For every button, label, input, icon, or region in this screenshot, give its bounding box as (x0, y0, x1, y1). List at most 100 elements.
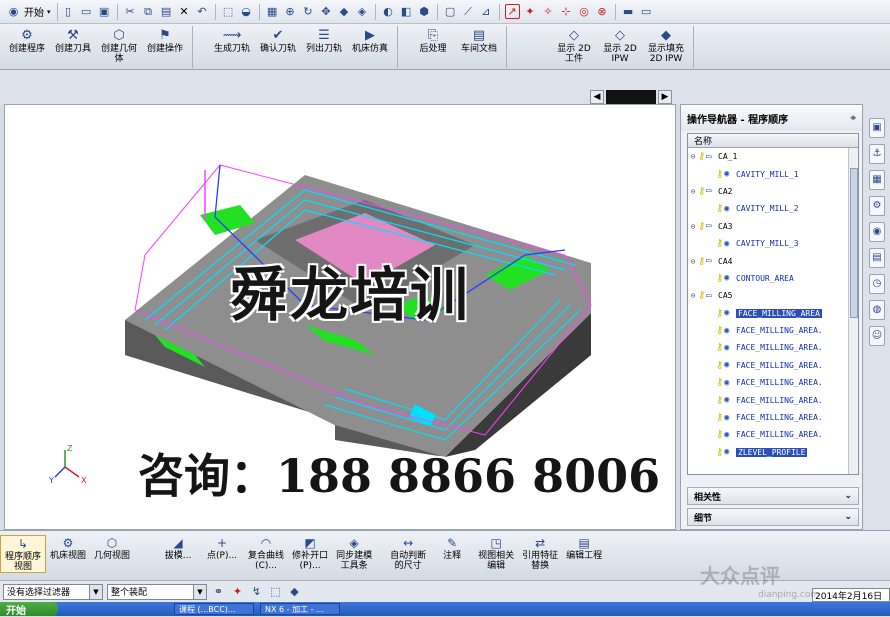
geometry-view-button[interactable]: ⬡ 几何视图 (90, 535, 134, 561)
select-filter-icon[interactable]: ↗ (504, 4, 520, 19)
collapse-icon[interactable]: ⊖ (688, 257, 698, 266)
face-rule-icon[interactable]: ⬚ (268, 584, 283, 599)
curve-rule-icon[interactable]: ↯ (249, 584, 264, 599)
assembly-filter-dropdown[interactable]: 整个装配 ▼ (107, 583, 207, 600)
program-order-view-button[interactable]: ↳ 程序顺序 视图 (0, 535, 47, 573)
taskbar-item[interactable]: NX 6 - 加工 - ... (260, 603, 340, 615)
layout-icon[interactable]: ▬ (621, 4, 636, 19)
quadrant-icon[interactable]: ⊗ (595, 4, 610, 19)
synchronous-modeling-button[interactable]: ◈ 同步建模 工具条 (332, 535, 376, 571)
patch-opening-button[interactable]: ◩ 修补开口 (P)... (288, 535, 332, 571)
program-group-node[interactable]: ⊖ ⚷ ▭ CA5 (688, 287, 858, 304)
point-snap-icon[interactable]: ✦ (230, 584, 245, 599)
operation-node[interactable]: ⚷ ◉ FACE_MILLING_AREA. (688, 409, 858, 426)
zoom-icon[interactable]: ⊕ (283, 4, 298, 19)
render-icon[interactable]: ◐ (381, 4, 396, 19)
orient-icon[interactable]: ◈ (355, 4, 370, 19)
generate-toolpath-button[interactable]: ⟿ 生成刀轨 (209, 26, 255, 68)
collapse-icon[interactable]: ⊖ (688, 152, 698, 161)
annotation-button[interactable]: ✎ 注释 (430, 535, 474, 561)
collapse-icon[interactable]: ⊖ (688, 291, 698, 300)
reuse-library-icon[interactable]: ▤ (869, 248, 885, 268)
collapse-icon[interactable]: ⊖ (688, 222, 698, 231)
scrollbar-thumb[interactable] (850, 168, 858, 318)
save-icon[interactable]: ▣ (97, 4, 112, 19)
program-group-node[interactable]: ⊖ ⚷ ▭ CA4 (688, 252, 858, 269)
program-group-node[interactable]: ⊖ ⚷ ▭ CA3 (688, 218, 858, 235)
edit-drawing-button[interactable]: ▤ 编辑工程 (562, 535, 606, 561)
operation-navigator-icon[interactable]: ⚙ (869, 196, 885, 216)
analysis-icon[interactable]: ⊿ (479, 4, 494, 19)
machine-simulation-button[interactable]: ▶ 机床仿真 (347, 26, 393, 68)
section-details[interactable]: 细节 ⌄ (687, 508, 859, 526)
undo-icon[interactable]: ↶ (195, 4, 210, 19)
constraint-navigator-icon[interactable]: ⚓ (869, 144, 885, 164)
postprocess-button[interactable]: ⎘ 后处理 (410, 26, 456, 68)
scroll-left-button[interactable]: ◀ (590, 90, 604, 104)
scroll-right-button[interactable]: ▶ (658, 90, 672, 104)
operation-node[interactable]: ⚷ ◉ FACE_MILLING_AREA. (688, 322, 858, 339)
taskbar-item[interactable]: 课程 (...BCC)... (174, 603, 254, 615)
tree-scrollbar[interactable] (848, 148, 858, 474)
verify-toolpath-button[interactable]: ✔ 确认刀轨 (255, 26, 301, 68)
view-dependent-edit-button[interactable]: ◳ 视图相关 编辑 (474, 535, 518, 571)
list-toolpath-button[interactable]: ☰ 列出刀轨 (301, 26, 347, 68)
copy-icon[interactable]: ⧉ (141, 4, 156, 19)
show-2d-workpiece-button[interactable]: ◇ 显示 2D 工件 (551, 26, 597, 68)
program-group-node[interactable]: ⊖ ⚷ ▭ CA_1 (688, 148, 858, 165)
create-program-button[interactable]: ⚙ 创建程序 (4, 26, 50, 68)
view-icon[interactable]: ◒ (239, 4, 254, 19)
create-operation-button[interactable]: ⚑ 创建操作 (142, 26, 188, 68)
type-filter-dropdown[interactable]: 没有选择过滤器 ▼ (3, 583, 103, 600)
operation-node[interactable]: ⚷ ◉ CAVITY_MILL_1 (688, 165, 858, 182)
snap-toggle-icon[interactable]: ⚭ (211, 584, 226, 599)
measure-icon[interactable]: ⟋ (461, 4, 476, 19)
pan-icon[interactable]: ✥ (319, 4, 334, 19)
midpoint-icon[interactable]: ⊹ (559, 4, 574, 19)
select-icon[interactable]: ⬚ (221, 4, 236, 19)
operation-node[interactable]: ⚷ ◉ FACE_MILLING_AREA (688, 305, 858, 322)
operation-node[interactable]: ⚷ ◉ CAVITY_MILL_3 (688, 235, 858, 252)
shop-docs-button[interactable]: ▤ 车间文档 (456, 26, 502, 68)
section-related[interactable]: 相关性 ⌄ (687, 487, 859, 505)
replace-feature-button[interactable]: ⇄ 引用特征 替换 (518, 535, 562, 571)
operation-node[interactable]: ⚷ ◉ FACE_MILLING_AREA. (688, 391, 858, 408)
machine-tool-view-button[interactable]: ⚙ 机床视图 (46, 535, 90, 561)
create-tool-button[interactable]: ⚒ 创建刀具 (50, 26, 96, 68)
roles-icon[interactable]: ☺ (869, 326, 885, 346)
program-group-node[interactable]: ⊖ ⚷ ▭ CA2 (688, 183, 858, 200)
new-icon[interactable]: ▯ (61, 4, 76, 19)
pin-icon[interactable]: ⌖ (850, 113, 856, 124)
wcs-icon[interactable]: ⬢ (417, 4, 432, 19)
paste-icon[interactable]: ▤ (159, 4, 174, 19)
composite-curve-button[interactable]: ◠ 复合曲线 (C)... (244, 535, 288, 571)
operation-node[interactable]: ⚷ ◉ ZLEVEL_PROFILE (688, 444, 858, 461)
assembly-navigator-icon[interactable]: ▣ (869, 118, 885, 138)
inferred-dimension-button[interactable]: ↔ 自动判断 的尺寸 (386, 535, 430, 571)
center-icon[interactable]: ◎ (577, 4, 592, 19)
shade-icon[interactable]: ◆ (337, 4, 352, 19)
open-icon[interactable]: ▭ (79, 4, 94, 19)
fit-icon[interactable]: ▦ (265, 4, 280, 19)
snap-point-icon[interactable]: ✦ (523, 4, 538, 19)
collapse-icon[interactable]: ⊖ (688, 187, 698, 196)
create-geometry-button[interactable]: ⬡ 创建几何 体 (96, 26, 142, 68)
endpoint-icon[interactable]: ✧ (541, 4, 556, 19)
operation-node[interactable]: ⚷ ◉ FACE_MILLING_AREA. (688, 374, 858, 391)
show-2d-ipw-button[interactable]: ◇ 显示 2D IPW (597, 26, 643, 68)
layer-icon[interactable]: ◧ (399, 4, 414, 19)
operation-node[interactable]: ⚷ ◉ FACE_MILLING_AREA. (688, 426, 858, 443)
history-icon[interactable]: ◷ (869, 274, 885, 294)
start-menu-button[interactable]: ◉ 开始 ▾ (4, 2, 58, 21)
operation-node[interactable]: ⚷ ◉ FACE_MILLING_AREA. (688, 357, 858, 374)
window-icon[interactable]: ▭ (639, 4, 654, 19)
show-filled-ipw-button[interactable]: ◆ 显示填充 2D IPW (643, 26, 689, 68)
machine-tool-icon[interactable]: ◉ (869, 222, 885, 242)
palette-icon[interactable]: ◍ (869, 300, 885, 320)
column-header-name[interactable]: 名称 (688, 134, 858, 148)
body-select-icon[interactable]: ◆ (287, 584, 302, 599)
operation-node[interactable]: ⚷ ◉ FACE_MILLING_AREA. (688, 339, 858, 356)
cut-icon[interactable]: ✂ (123, 4, 138, 19)
snap-icon[interactable]: ▢ (443, 4, 458, 19)
delete-icon[interactable]: ✕ (177, 4, 192, 19)
